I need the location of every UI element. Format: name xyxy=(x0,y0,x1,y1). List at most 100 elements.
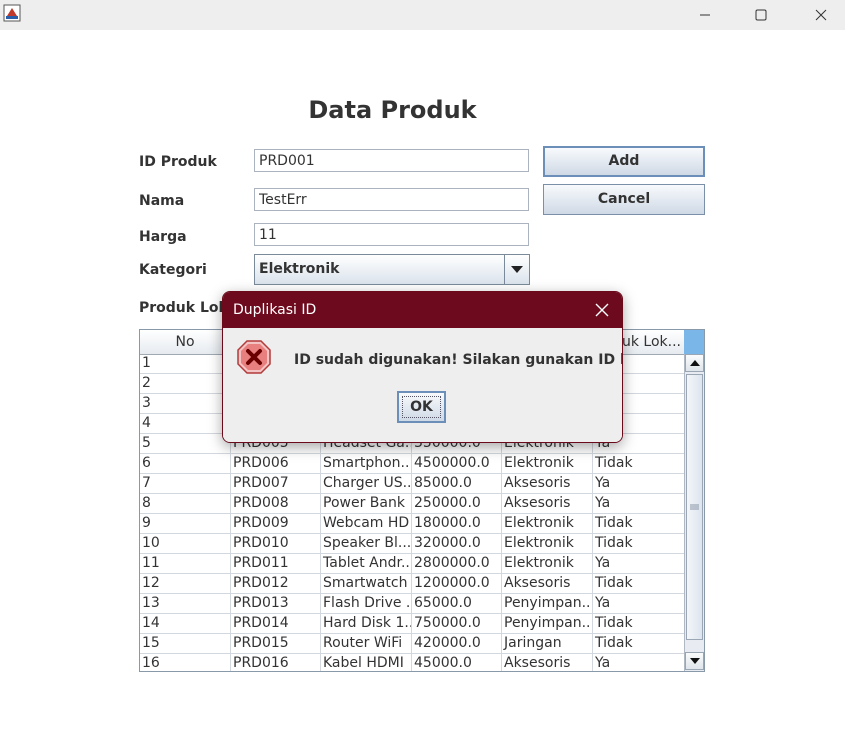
cell-kategori[interactable]: Aksesoris xyxy=(502,494,593,514)
cell-no[interactable]: 4 xyxy=(140,414,231,434)
cell-nama[interactable]: Router WiFi xyxy=(321,634,412,654)
maximize-button[interactable] xyxy=(737,0,785,30)
add-button[interactable]: Add xyxy=(543,146,705,177)
cell-produk-lokal[interactable]: Tidak xyxy=(593,634,685,654)
cell-produk-lokal[interactable]: Tidak xyxy=(593,534,685,554)
cell-id[interactable]: PRD016 xyxy=(231,654,321,671)
dialog-titlebar[interactable]: Duplikasi ID xyxy=(223,292,622,328)
cell-no[interactable]: 14 xyxy=(140,614,231,634)
cell-no[interactable]: 11 xyxy=(140,554,231,574)
dropdown-arrow-button[interactable] xyxy=(504,255,529,284)
cell-id[interactable]: PRD010 xyxy=(231,534,321,554)
cell-id[interactable]: PRD007 xyxy=(231,474,321,494)
cancel-button[interactable]: Cancel xyxy=(543,184,705,215)
cell-produk-lokal[interactable]: Ya xyxy=(593,474,685,494)
cell-produk-lokal[interactable]: Ya xyxy=(593,554,685,574)
cell-harga[interactable]: 2800000.0 xyxy=(412,554,502,574)
cell-harga[interactable]: 65000.0 xyxy=(412,594,502,614)
nama-input[interactable] xyxy=(254,188,529,211)
table-row[interactable]: 13 PRD013 Flash Drive ... 65000.0 Penyimpan.… xyxy=(140,594,685,614)
cell-no[interactable]: 3 xyxy=(140,394,231,414)
cell-no[interactable]: 8 xyxy=(140,494,231,514)
scroll-thumb[interactable] xyxy=(686,374,703,640)
table-row[interactable]: 10 PRD010 Speaker Bl... 320000.0 Elektronik T… xyxy=(140,534,685,554)
cell-nama[interactable]: Flash Drive ... xyxy=(321,594,412,614)
harga-input[interactable] xyxy=(254,223,529,246)
cell-kategori[interactable]: Elektronik xyxy=(502,534,593,554)
table-row[interactable]: 7 PRD007 Charger US... 85000.0 Aksesoris Ya xyxy=(140,474,685,494)
cell-no[interactable]: 15 xyxy=(140,634,231,654)
table-row[interactable]: 14 PRD014 Hard Disk 1... 750000.0 Penyimpan.… xyxy=(140,614,685,634)
cell-harga[interactable]: 85000.0 xyxy=(412,474,502,494)
column-header-no[interactable]: No xyxy=(140,330,231,354)
cell-nama[interactable]: Charger US... xyxy=(321,474,412,494)
cell-no[interactable]: 1 xyxy=(140,354,231,374)
cell-no[interactable]: 2 xyxy=(140,374,231,394)
cell-id[interactable]: PRD014 xyxy=(231,614,321,634)
cell-nama[interactable]: Power Bank xyxy=(321,494,412,514)
scroll-down-button[interactable] xyxy=(685,652,704,670)
cell-kategori[interactable]: Aksesoris xyxy=(502,574,593,594)
cell-no[interactable]: 9 xyxy=(140,514,231,534)
cell-nama[interactable]: Smartwatch xyxy=(321,574,412,594)
cell-harga[interactable]: 420000.0 xyxy=(412,634,502,654)
cell-harga[interactable]: 320000.0 xyxy=(412,534,502,554)
id-produk-input[interactable] xyxy=(254,149,529,172)
cell-nama[interactable]: Kabel HDMI xyxy=(321,654,412,671)
cell-no[interactable]: 12 xyxy=(140,574,231,594)
cell-id[interactable]: PRD009 xyxy=(231,514,321,534)
vertical-scrollbar[interactable] xyxy=(684,330,704,671)
close-icon[interactable] xyxy=(594,302,610,318)
cell-no[interactable]: 10 xyxy=(140,534,231,554)
ok-button[interactable]: OK xyxy=(397,391,446,423)
cell-nama[interactable]: Hard Disk 1... xyxy=(321,614,412,634)
cell-no[interactable]: 7 xyxy=(140,474,231,494)
table-row[interactable]: 15 PRD015 Router WiFi 420000.0 Jaringan Tidak xyxy=(140,634,685,654)
cell-kategori[interactable]: Elektronik xyxy=(502,514,593,534)
cell-produk-lokal[interactable]: Ya xyxy=(593,654,685,671)
table-row[interactable]: 8 PRD008 Power Bank 250000.0 Aksesoris Ya xyxy=(140,494,685,514)
cell-no[interactable]: 16 xyxy=(140,654,231,671)
cell-harga[interactable]: 1200000.0 xyxy=(412,574,502,594)
cell-id[interactable]: PRD011 xyxy=(231,554,321,574)
cell-produk-lokal[interactable]: Tidak xyxy=(593,454,685,474)
cell-harga[interactable]: 4500000.0 xyxy=(412,454,502,474)
close-window-button[interactable] xyxy=(797,0,845,30)
cell-harga[interactable]: 45000.0 xyxy=(412,654,502,671)
cell-no[interactable]: 6 xyxy=(140,454,231,474)
cell-produk-lokal[interactable]: Tidak xyxy=(593,574,685,594)
cell-id[interactable]: PRD013 xyxy=(231,594,321,614)
cell-kategori[interactable]: Penyimpan... xyxy=(502,614,593,634)
cell-harga[interactable]: 180000.0 xyxy=(412,514,502,534)
cell-kategori[interactable]: Aksesoris xyxy=(502,654,593,671)
table-row[interactable]: 12 PRD012 Smartwatch 1200000.0 Aksesoris Tida… xyxy=(140,574,685,594)
cell-nama[interactable]: Tablet Andr... xyxy=(321,554,412,574)
cell-id[interactable]: PRD008 xyxy=(231,494,321,514)
cell-no[interactable]: 13 xyxy=(140,594,231,614)
cell-harga[interactable]: 750000.0 xyxy=(412,614,502,634)
kategori-select[interactable]: Elektronik xyxy=(254,254,530,285)
cell-no[interactable]: 5 xyxy=(140,434,231,454)
table-row[interactable]: 11 PRD011 Tablet Andr... 2800000.0 Elektroni… xyxy=(140,554,685,574)
cell-harga[interactable]: 250000.0 xyxy=(412,494,502,514)
cell-produk-lokal[interactable]: Tidak xyxy=(593,614,685,634)
cell-kategori[interactable]: Jaringan xyxy=(502,634,593,654)
cell-id[interactable]: PRD015 xyxy=(231,634,321,654)
minimize-button[interactable] xyxy=(681,0,729,30)
table-row[interactable]: 6 PRD006 Smartphon... 4500000.0 Elektronik Ti… xyxy=(140,454,685,474)
cell-nama[interactable]: Speaker Bl... xyxy=(321,534,412,554)
table-row[interactable]: 9 PRD009 Webcam HD 180000.0 Elektronik Tidak xyxy=(140,514,685,534)
cell-produk-lokal[interactable]: Tidak xyxy=(593,514,685,534)
cell-produk-lokal[interactable]: Ya xyxy=(593,594,685,614)
cell-nama[interactable]: Smartphon... xyxy=(321,454,412,474)
cell-id[interactable]: PRD006 xyxy=(231,454,321,474)
cell-nama[interactable]: Webcam HD xyxy=(321,514,412,534)
cell-kategori[interactable]: Aksesoris xyxy=(502,474,593,494)
cell-kategori[interactable]: Penyimpan... xyxy=(502,594,593,614)
cell-kategori[interactable]: Elektronik xyxy=(502,554,593,574)
cell-kategori[interactable]: Elektronik xyxy=(502,454,593,474)
scroll-up-button[interactable] xyxy=(685,354,704,372)
cell-produk-lokal[interactable]: Ya xyxy=(593,494,685,514)
cell-id[interactable]: PRD012 xyxy=(231,574,321,594)
table-row[interactable]: 16 PRD016 Kabel HDMI 45000.0 Aksesoris Ya xyxy=(140,654,685,671)
